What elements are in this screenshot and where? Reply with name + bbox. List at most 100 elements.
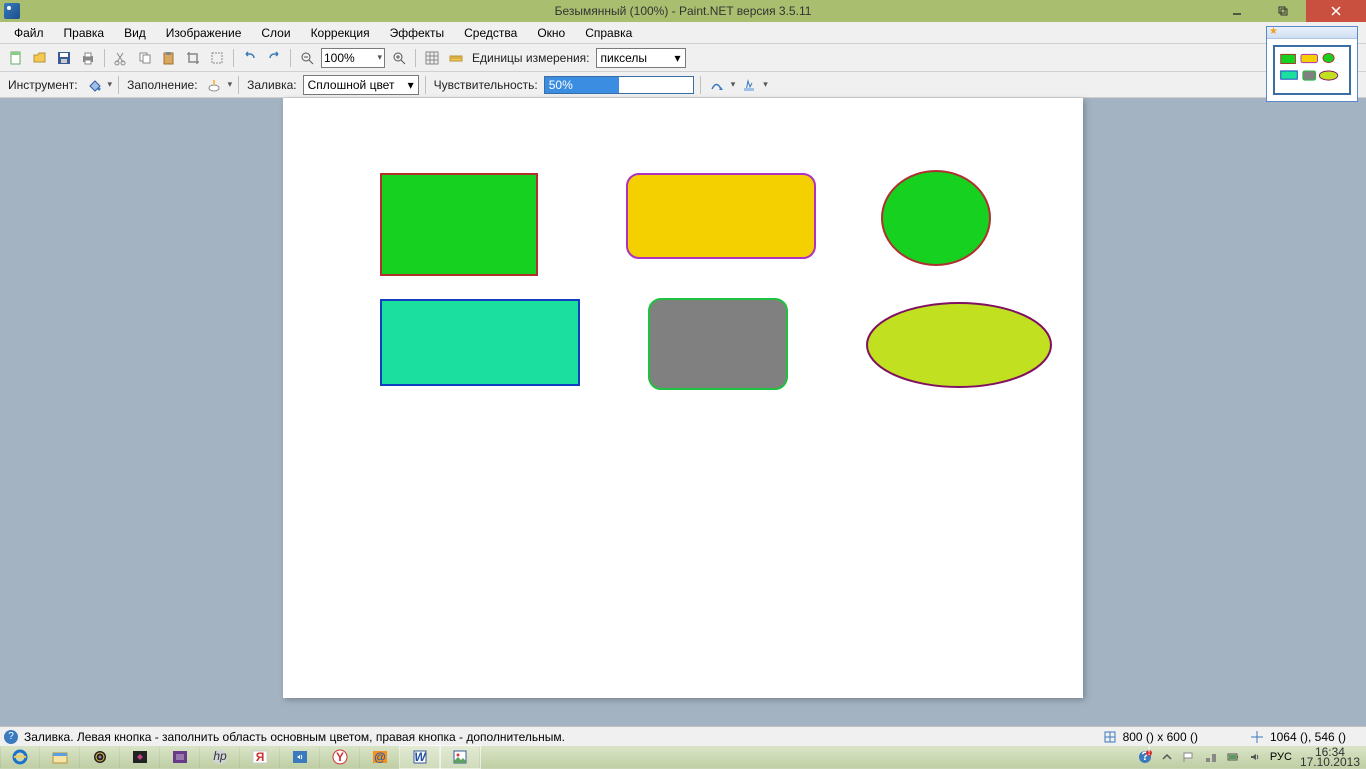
deselect-button[interactable]	[207, 48, 227, 68]
app-icon	[4, 3, 20, 19]
dropdown-icon: ▾	[408, 78, 414, 92]
tray-volume-icon[interactable]	[1248, 750, 1262, 764]
separator	[238, 76, 239, 94]
separator	[415, 49, 416, 67]
crop-button[interactable]	[183, 48, 203, 68]
tolerance-label: Чувствительность:	[432, 78, 540, 92]
separator	[104, 49, 105, 67]
zoom-value: 100%	[324, 51, 355, 65]
statusbar: ? Заливка. Левая кнопка - заполнить обла…	[0, 726, 1366, 746]
image-thumbnail[interactable]	[1273, 45, 1351, 95]
task-media-icon[interactable]	[80, 746, 120, 768]
tray-clock[interactable]: 16:34 17.10.2013	[1300, 747, 1360, 767]
dropdown-icon[interactable]: ▾	[108, 79, 113, 90]
menu-layers[interactable]: Слои	[251, 23, 300, 43]
task-mail-icon[interactable]: @	[360, 746, 400, 768]
window-title: Безымянный (100%) - Paint.NET версия 3.5…	[0, 4, 1366, 18]
canvas[interactable]	[283, 98, 1083, 698]
print-button[interactable]	[78, 48, 98, 68]
tray-language[interactable]: РУС	[1270, 751, 1292, 763]
task-browser-icon[interactable]: Y	[320, 746, 360, 768]
tool-bucket-icon[interactable]	[84, 75, 104, 95]
menu-effects[interactable]: Эффекты	[380, 23, 455, 43]
cursor-pos-icon	[1250, 730, 1264, 744]
taskbar: hp Я Y @ W ?! РУС 16:34 17.10.2013	[0, 746, 1366, 768]
close-button[interactable]	[1306, 0, 1366, 22]
status-hint: Заливка. Левая кнопка - заполнить област…	[24, 730, 565, 744]
minimize-button[interactable]	[1214, 0, 1260, 22]
window-controls	[1214, 0, 1366, 22]
task-explorer-icon[interactable]	[40, 746, 80, 768]
menu-adjust[interactable]: Коррекция	[301, 23, 380, 43]
antialias-button[interactable]	[739, 75, 759, 95]
fill-select[interactable]: Сплошной цвет▾	[303, 75, 419, 95]
redo-button[interactable]	[264, 48, 284, 68]
image-list-panel[interactable]	[1266, 26, 1358, 102]
dropdown-icon[interactable]: ▾	[228, 79, 233, 90]
task-yandex-icon[interactable]: Я	[240, 746, 280, 768]
dropdown-icon: ▾	[377, 52, 382, 63]
status-cursor: 1064 (), 546 ()	[1270, 730, 1346, 744]
cut-button[interactable]	[111, 48, 131, 68]
tray-help-icon[interactable]: ?!	[1138, 750, 1152, 764]
task-hp-icon[interactable]: hp	[200, 746, 240, 768]
canvas-svg	[283, 98, 1083, 698]
tray-battery-icon[interactable]	[1226, 750, 1240, 764]
shape-rect-teal	[381, 300, 579, 385]
shape-roundrect-yellow	[627, 174, 815, 258]
dropdown-icon: ▾	[674, 51, 680, 65]
sampling-button[interactable]	[707, 75, 727, 95]
task-sound-icon[interactable]	[280, 746, 320, 768]
tool-label: Инструмент:	[6, 78, 80, 92]
tray-network-icon[interactable]	[1204, 750, 1218, 764]
tray-flag-icon[interactable]	[1182, 750, 1196, 764]
menu-edit[interactable]: Правка	[54, 23, 115, 43]
paste-button[interactable]	[159, 48, 179, 68]
units-select[interactable]: пикселы▾	[596, 48, 686, 68]
menu-window[interactable]: Окно	[527, 23, 575, 43]
task-ie-icon[interactable]	[0, 746, 40, 768]
panel-header[interactable]	[1267, 27, 1357, 39]
task-app1-icon[interactable]	[120, 746, 160, 768]
menu-view[interactable]: Вид	[114, 23, 156, 43]
zoom-input[interactable]: 100% ▾	[321, 48, 385, 68]
menu-tools[interactable]: Средства	[454, 23, 527, 43]
save-button[interactable]	[54, 48, 74, 68]
tray-up-icon[interactable]	[1160, 750, 1174, 764]
tolerance-value: 50%	[545, 78, 573, 92]
shape-rect-green	[381, 174, 537, 275]
tolerance-slider[interactable]: 50%	[544, 76, 694, 94]
menu-file[interactable]: Файл	[4, 23, 54, 43]
maximize-button[interactable]	[1260, 0, 1306, 22]
menu-image[interactable]: Изображение	[156, 23, 252, 43]
zoom-out-button[interactable]	[297, 48, 317, 68]
zoom-in-button[interactable]	[389, 48, 409, 68]
workspace[interactable]	[0, 98, 1366, 726]
grid-button[interactable]	[422, 48, 442, 68]
separator	[118, 76, 119, 94]
open-button[interactable]	[30, 48, 50, 68]
shape-circle-green	[882, 171, 990, 265]
titlebar: Безымянный (100%) - Paint.NET версия 3.5…	[0, 0, 1366, 22]
dimensions-icon	[1103, 730, 1117, 744]
dropdown-icon[interactable]: ▾	[763, 79, 768, 90]
undo-button[interactable]	[240, 48, 260, 68]
separator	[290, 49, 291, 67]
menu-help[interactable]: Справка	[575, 23, 642, 43]
copy-button[interactable]	[135, 48, 155, 68]
tool-options-toolbar: Инструмент: ▾ Заполнение: ▾ Заливка: Спл…	[0, 72, 1366, 98]
ruler-button[interactable]	[446, 48, 466, 68]
task-word-icon[interactable]: W	[400, 746, 440, 768]
dropdown-icon[interactable]: ▾	[731, 79, 736, 90]
fill-label: Заливка:	[245, 78, 299, 92]
separator	[700, 76, 701, 94]
shape-roundrect-gray	[649, 299, 787, 389]
new-button[interactable]	[6, 48, 26, 68]
system-tray: ?! РУС 16:34 17.10.2013	[1132, 747, 1366, 767]
task-paintnet-icon[interactable]	[440, 746, 480, 768]
task-app2-icon[interactable]	[160, 746, 200, 768]
main-toolbar: 100%▾ Единицы измерения: пикселы▾	[0, 44, 1366, 72]
help-icon[interactable]: ?	[4, 730, 18, 744]
tray-date: 17.10.2013	[1300, 757, 1360, 767]
fillmode-icon[interactable]	[204, 75, 224, 95]
